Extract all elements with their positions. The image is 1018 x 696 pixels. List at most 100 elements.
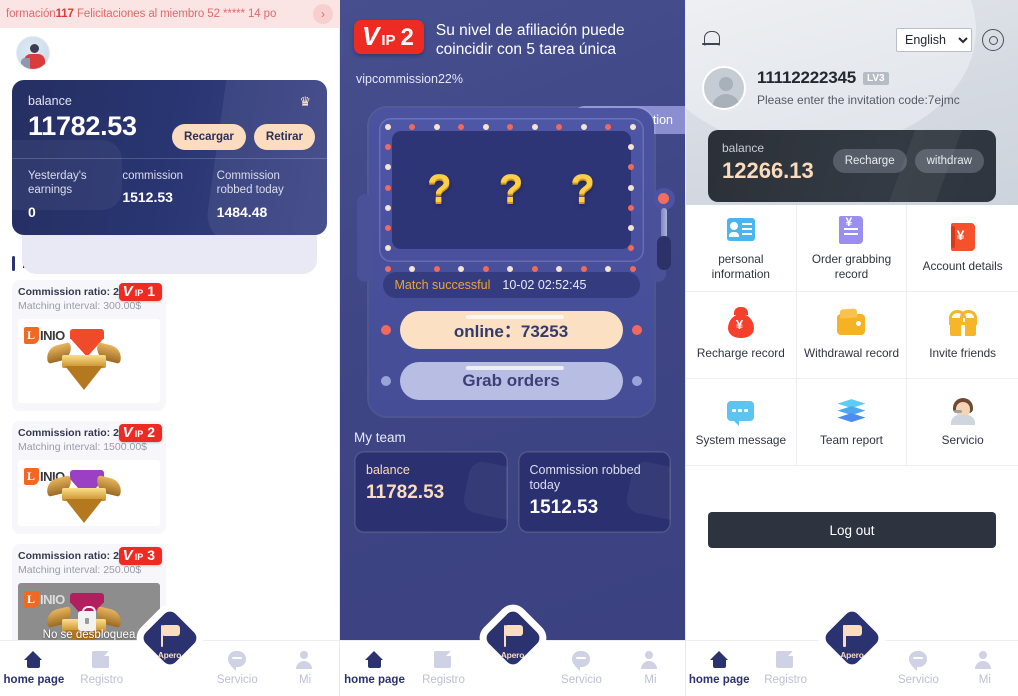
- profile-panel: English Español 中文 11112222345 LV3 Pleas…: [685, 0, 1018, 696]
- stat-label: Yesterday's earnings: [28, 170, 87, 197]
- money-bag-icon: [727, 307, 754, 339]
- avatar-head: [30, 44, 39, 53]
- vip-badge: V IP 3: [118, 547, 162, 566]
- agent-icon: [950, 398, 976, 426]
- fab-apero-button[interactable]: Apero: [139, 608, 200, 668]
- recharge-button[interactable]: Recargar: [172, 124, 246, 150]
- id-card-icon: [726, 217, 755, 241]
- recharge-button[interactable]: Recharge: [832, 149, 907, 173]
- machine-ear-left: [356, 193, 373, 282]
- interval-label: Matching interval:: [18, 564, 101, 577]
- section-accent-bar: [12, 256, 15, 271]
- slot-lever[interactable]: [652, 187, 675, 298]
- user-id: 11112222345: [757, 68, 856, 87]
- balance-card: balance 11782.53 ♛ Recargar Retirar Yest…: [12, 80, 327, 235]
- fab-label: Apero: [500, 650, 525, 660]
- menu-recharge-record[interactable]: Recharge record: [686, 292, 797, 379]
- logout-button[interactable]: Log out: [708, 512, 996, 548]
- flag-icon: [159, 625, 181, 648]
- slot-reel-2: ?: [498, 167, 524, 212]
- menu-invite-friends[interactable]: Invite friends: [907, 292, 1018, 379]
- lever-grip: [656, 235, 671, 270]
- tab-servicio[interactable]: Servicio: [547, 651, 616, 686]
- menu-withdrawal-record[interactable]: Withdrawal record: [796, 292, 908, 379]
- tab-label: Registro: [80, 674, 124, 686]
- online-count-button[interactable]: online：73253: [399, 310, 623, 349]
- user-id-row: 11112222345 LV3: [757, 66, 960, 88]
- bell-icon[interactable]: [700, 29, 722, 51]
- grab-orders-button[interactable]: Grab orders: [399, 361, 623, 400]
- stat-value: 0: [28, 203, 36, 220]
- mission-card[interactable]: VIP2 Commission ratio: 22% Matching inte…: [12, 421, 166, 535]
- ratio-label: Commission ratio:: [18, 286, 111, 298]
- flag-cloth: [845, 625, 862, 636]
- vip-badge: V IP 1: [118, 283, 162, 301]
- interval-value: 300.00$: [103, 300, 142, 312]
- tab-mi[interactable]: Mi: [271, 651, 339, 686]
- menu-account-details[interactable]: Account details: [907, 205, 1018, 292]
- register-icon: [92, 649, 112, 668]
- flag-icon: [841, 625, 863, 648]
- mission-card[interactable]: VIP1 Commission ratio: 20% Matching inte…: [12, 280, 166, 412]
- profile-icon: [641, 651, 657, 669]
- withdraw-button[interactable]: Retirar: [253, 124, 315, 150]
- layers-icon: [837, 399, 866, 425]
- service-icon: [572, 651, 590, 671]
- menu-order-grabbing-record[interactable]: Order grabbing record: [796, 205, 908, 292]
- tab-home-page[interactable]: home page: [686, 651, 752, 686]
- menu-system-message[interactable]: System message: [686, 379, 797, 466]
- withdraw-button[interactable]: withdraw: [914, 149, 984, 173]
- notification-text: formación117 Felicitaciones al miembro 5…: [6, 8, 309, 20]
- linio-tag-icon: [24, 591, 39, 609]
- tab-home-page[interactable]: home page: [0, 651, 68, 686]
- my-team-label: My team: [354, 429, 406, 445]
- service-icon: [227, 651, 246, 671]
- stat-value: 1512.53: [122, 189, 173, 206]
- tab-home-page[interactable]: home page: [340, 651, 409, 686]
- notification-marquee[interactable]: formación117 Felicitaciones al miembro 5…: [0, 0, 339, 28]
- interval-value: 250.00$: [103, 564, 142, 577]
- vip-badge-v: V: [122, 547, 133, 565]
- menu-servicio[interactable]: Servicio: [907, 379, 1018, 466]
- register-icon: [434, 649, 453, 668]
- tab-registro[interactable]: Registro: [752, 649, 818, 686]
- stat-commission-today: Commission robbed today 1484.48: [217, 169, 311, 220]
- menu-label: Withdrawal record: [803, 346, 900, 361]
- tab-label: home page: [688, 674, 750, 686]
- tab-registro[interactable]: Registro: [409, 649, 478, 686]
- menu-personal-information[interactable]: personal information: [686, 205, 797, 292]
- menu-label: System message: [695, 433, 787, 448]
- fab-apero-button[interactable]: Apero: [482, 608, 543, 668]
- message-icon: [727, 401, 755, 427]
- tab-label: Servicio: [897, 674, 939, 686]
- tab-mi[interactable]: Mi: [616, 651, 685, 686]
- profile-icon: [975, 651, 992, 669]
- tab-label: home page: [344, 674, 405, 686]
- language-select[interactable]: English Español 中文: [896, 28, 972, 52]
- fab-apero-button[interactable]: Apero: [822, 608, 882, 668]
- avatar-row: [12, 28, 327, 76]
- menu-team-report[interactable]: Team report: [796, 379, 908, 466]
- mission-image: INIO: [18, 460, 160, 527]
- tab-servicio[interactable]: Servicio: [885, 651, 951, 686]
- team-balance-card: balance 11782.53: [354, 450, 508, 533]
- stat-label: commission: [122, 170, 184, 182]
- avatar[interactable]: [16, 36, 50, 70]
- matching-interval: Matching interval: 1500.00$: [18, 441, 160, 454]
- notification-body: Felicitaciones al miembro 52 ***** 14 po: [76, 8, 277, 20]
- vip-badge-level: 1: [147, 283, 155, 299]
- gift-icon: [948, 310, 977, 337]
- gear-icon[interactable]: [982, 29, 1004, 51]
- vip-badge-v: V: [122, 424, 133, 442]
- tab-registro[interactable]: Registro: [68, 649, 136, 686]
- ratio-label: Commission ratio:: [18, 550, 111, 563]
- vip-header: V IP 2 Su nivel de afiliación puede coinci…: [340, 0, 685, 60]
- invitation-code-text: Please enter the invitation code:7ejmc: [757, 93, 960, 107]
- chevron-right-icon[interactable]: ›: [313, 4, 333, 24]
- tab-mi[interactable]: Mi: [952, 651, 1018, 686]
- tab-servicio[interactable]: Servicio: [203, 651, 271, 686]
- home-content: balance 11782.53 ♛ Recargar Retirar Yest…: [0, 28, 339, 696]
- interval-label: Matching interval:: [18, 441, 101, 454]
- avatar[interactable]: [702, 66, 746, 110]
- balance-stats: Yesterday's earnings 0 commission 1512.5…: [12, 159, 327, 220]
